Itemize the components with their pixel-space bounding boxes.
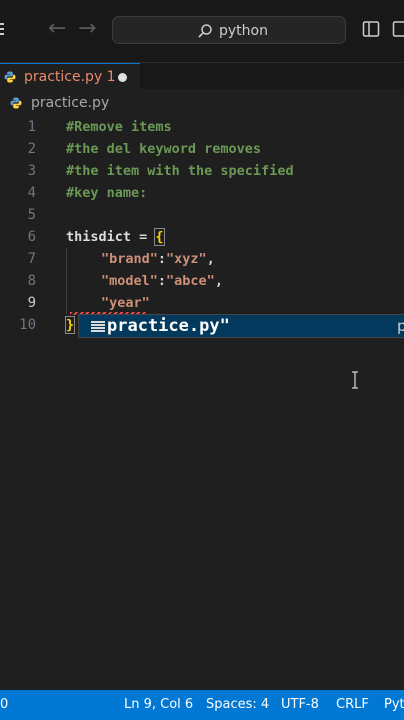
text-suggestion-icon (91, 320, 105, 334)
code-text: "brand":"xyz", (101, 248, 215, 270)
breadcrumb: practice.py (0, 92, 404, 116)
line-number: 9 (27, 295, 36, 311)
suggestion-label: practice.py" (107, 316, 230, 336)
comment-text: #the del keyword removes (66, 141, 262, 157)
search-icon (198, 24, 212, 38)
search-text: python (219, 23, 268, 39)
line-number: 6 (27, 229, 36, 245)
toggle-sidebar-icon[interactable] (362, 20, 380, 38)
code-text: thisdict = { (66, 226, 165, 248)
line-number: 10 (19, 317, 36, 333)
status-language[interactable]: Pyt (384, 690, 404, 720)
code-text: "model":"abce", (101, 270, 223, 292)
python-file-icon (10, 97, 22, 109)
dict-key: "year" (101, 295, 150, 311)
toggle-panel-icon[interactable] (392, 20, 404, 38)
line-number: 8 (27, 273, 36, 289)
dict-key: "model" (101, 273, 158, 289)
code-line: 2 #the del keyword removes (0, 138, 404, 160)
comment-text: #the item with the specified (66, 163, 294, 179)
tab-practice-py[interactable]: practice.py 1 (0, 63, 140, 89)
comma: , (206, 251, 215, 267)
code-text: } (64, 314, 76, 336)
line-number: 2 (27, 141, 36, 157)
status-cursor-position[interactable]: Ln 9, Col 6 (124, 690, 193, 720)
code-line-active: 9 "year" (0, 292, 404, 314)
colon: : (157, 273, 167, 289)
menu-icon[interactable] (0, 20, 6, 40)
python-file-icon (4, 71, 16, 83)
comment-text: #Remove items (66, 119, 172, 135)
code-editor[interactable]: 1 #Remove items 2 #the del keyword remov… (0, 116, 404, 690)
line-number: 5 (27, 207, 36, 223)
line-number: 1 (27, 119, 36, 135)
status-problems[interactable]: 0 (0, 690, 8, 720)
status-indentation[interactable]: Spaces: 4 (206, 690, 269, 720)
status-encoding[interactable]: UTF-8 (281, 690, 319, 720)
command-center-search[interactable]: python (112, 16, 346, 44)
title-bar: ← → python (0, 0, 404, 63)
tab-label: practice.py 1 (24, 69, 116, 85)
suggestion-widget[interactable]: practice.py" p (78, 314, 404, 338)
unsaved-dot-icon[interactable] (118, 73, 127, 82)
variable-name: thisdict (66, 229, 132, 245)
comma: , (214, 273, 223, 289)
close-brace: } (64, 316, 76, 334)
line-number: 7 (27, 251, 36, 267)
breadcrumb-file[interactable]: practice.py (31, 95, 109, 111)
code-line: 5 (0, 204, 404, 226)
dict-key: "brand" (101, 251, 158, 267)
line-number: 4 (27, 185, 36, 201)
code-line: 7 "brand":"xyz", (0, 248, 404, 270)
code-line: 3 #the item with the specified (0, 160, 404, 182)
code-line: 8 "model":"abce", (0, 270, 404, 292)
back-arrow-icon[interactable]: ← (48, 18, 66, 40)
code-text: "year" (101, 292, 150, 314)
code-line: 6 thisdict = { (0, 226, 404, 248)
suggestion-detail: p (397, 317, 404, 335)
forward-arrow-icon[interactable]: → (78, 18, 96, 40)
dict-value: "xyz" (166, 251, 207, 267)
open-brace: { (154, 228, 165, 246)
mouse-cursor-icon (352, 371, 358, 389)
code-line: 1 #Remove items (0, 116, 404, 138)
suggestion-item[interactable]: practice.py" p (79, 315, 404, 337)
dict-value: "abce" (166, 273, 215, 289)
code-line: 4 #key name: (0, 182, 404, 204)
tab-bar: practice.py 1 (0, 63, 404, 89)
line-number: 3 (27, 163, 36, 179)
colon: : (157, 251, 167, 267)
operator: = (131, 229, 156, 245)
status-eol[interactable]: CRLF (336, 690, 369, 720)
comment-text: #key name: (66, 185, 148, 201)
status-bar: 0 Ln 9, Col 6 Spaces: 4 UTF-8 CRLF Pyt (0, 690, 404, 720)
